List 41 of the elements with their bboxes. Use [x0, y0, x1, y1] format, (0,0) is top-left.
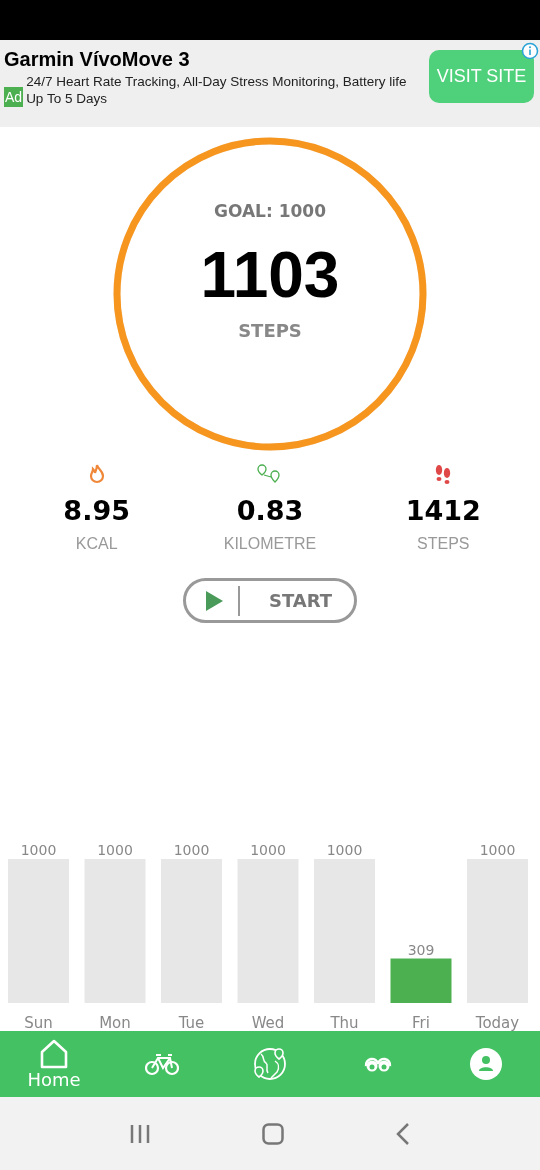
bar-value: 1000 [173, 842, 210, 858]
start-button[interactable]: START [183, 578, 357, 623]
ad-title[interactable]: Garmin VívoMove 3 [4, 46, 429, 72]
ad-badge: Ad [4, 87, 24, 107]
day-label: Sun [24, 1014, 53, 1031]
back-icon[interactable] [396, 1122, 410, 1145]
steps-unit: STEPS [238, 318, 302, 343]
stat-label: KCAL [75, 534, 118, 554]
route-pins-icon [257, 464, 283, 484]
globe-pins-icon [253, 1047, 287, 1081]
recent-apps-icon[interactable] [130, 1123, 150, 1144]
bar-value: 309 [407, 941, 435, 958]
day-label: Tue [178, 1014, 205, 1031]
bar-value: 1000 [20, 842, 57, 858]
stat-label: STEPS [417, 534, 470, 554]
stat-value: 1412 [405, 494, 481, 528]
day-label: Mon [99, 1014, 131, 1031]
bar-value: 1000 [479, 842, 516, 858]
footprints-icon [434, 464, 453, 484]
bicycle-icon [145, 1052, 179, 1076]
goal-label: GOAL: 1000 [214, 200, 326, 223]
stat-label: KILOMETRE [223, 534, 317, 554]
play-icon [206, 590, 223, 611]
ad-description: 24/7 Heart Rate Tracking, All-Day Stress Monitoring, Battery life Up To 5 Days [26, 73, 408, 107]
profile-icon [470, 1048, 502, 1080]
home-key-icon[interactable] [262, 1122, 284, 1145]
bar [390, 958, 452, 1003]
day-label: Wed [251, 1014, 285, 1031]
flame-icon [88, 464, 105, 484]
bar-value: 1000 [326, 842, 363, 858]
home-icon [39, 1039, 69, 1069]
day-label: Thu [330, 1014, 359, 1031]
stat-value: 8.95 [63, 494, 130, 528]
day-label: Fri [412, 1014, 430, 1031]
stat-value: 0.83 [236, 494, 304, 528]
step-count: 1103 [200, 237, 340, 313]
binoculars-icon [364, 1056, 392, 1072]
bar-value: 1000 [97, 842, 133, 858]
info-icon[interactable] [521, 42, 539, 60]
day-label: Today [475, 1014, 520, 1031]
bar-value: 1000 [250, 842, 286, 858]
